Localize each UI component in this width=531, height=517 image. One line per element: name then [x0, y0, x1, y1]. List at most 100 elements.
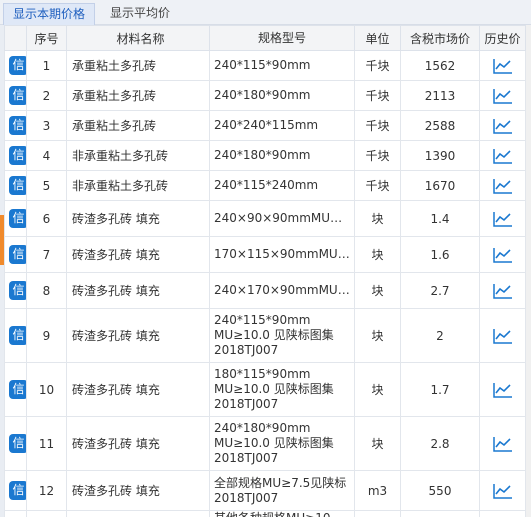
credit-badge[interactable]: 信: [9, 146, 26, 165]
line-chart-icon[interactable]: [492, 178, 513, 194]
spec-line: 170×115×90mmMU≥…: [214, 247, 350, 261]
row-spec: 240*240*115mm: [209, 110, 355, 141]
row-unit: 千块: [354, 80, 401, 111]
badge-cell: 信: [4, 200, 27, 237]
table-row[interactable]: 信 6 砖渣多孔砖 填充 240×90×90mmMU≥1… 块 1.4: [4, 200, 526, 237]
table-row[interactable]: 信 8 砖渣多孔砖 填充 240×170×90mmMU≥… 块 2.7: [4, 272, 526, 309]
line-chart-icon[interactable]: [492, 118, 513, 134]
line-chart-icon[interactable]: [492, 148, 513, 164]
table-row[interactable]: 信 3 承重粘土多孔砖 240*240*115mm 千块 2588: [4, 110, 526, 141]
row-history: [479, 362, 526, 417]
credit-badge[interactable]: 信: [9, 434, 26, 453]
line-chart-icon[interactable]: [492, 436, 513, 452]
row-price: 2.8: [400, 416, 480, 471]
row-seq: 1: [26, 50, 67, 81]
row-material-name: 砖渣多孔砖 填充: [66, 308, 210, 363]
row-history: [479, 110, 526, 141]
credit-badge[interactable]: 信: [9, 56, 26, 75]
line-chart-icon[interactable]: [492, 283, 513, 299]
row-seq: 12: [26, 470, 67, 511]
credit-badge[interactable]: 信: [9, 326, 26, 345]
spec-line: 2018TJ007: [214, 451, 279, 465]
line-chart-icon[interactable]: [492, 88, 513, 104]
header-unit[interactable]: 单位: [354, 25, 401, 51]
badge-cell: 信: [4, 170, 27, 201]
table-row[interactable]: 信 1 承重粘土多孔砖 240*115*90mm 千块 1562: [4, 50, 526, 81]
credit-badge[interactable]: 信: [9, 481, 26, 500]
spec-line: 240*180*90mm: [214, 421, 311, 435]
row-seq: 5: [26, 170, 67, 201]
badge-cell: 信: [4, 470, 27, 511]
spec-line: 2018TJ007: [214, 490, 279, 505]
row-unit: 块: [354, 200, 401, 237]
header-material-name[interactable]: 材料名称: [66, 25, 210, 51]
row-spec: 全部规格MU≥7.5见陕标 2018TJ007: [209, 470, 355, 511]
tab-average-price[interactable]: 显示平均价: [101, 3, 179, 25]
row-spec: 240*180*90mm: [209, 80, 355, 111]
table-row[interactable]: 信 4 非承重粘土多孔砖 240*180*90mm 千块 1390: [4, 140, 526, 171]
row-unit: 块: [354, 416, 401, 471]
row-unit: 块: [354, 362, 401, 417]
credit-badge[interactable]: 信: [9, 86, 26, 105]
table-row[interactable]: 其他各种规格MU≥10.0见: [4, 510, 526, 517]
line-chart-icon[interactable]: [492, 382, 513, 398]
credit-badge[interactable]: 信: [9, 245, 26, 264]
spec-line: 240*115*90mm: [214, 58, 311, 72]
table-row[interactable]: 信 11 砖渣多孔砖 填充 240*180*90mm MU≥10.0 见陕标图集 2018…: [4, 416, 526, 471]
tab-current-price[interactable]: 显示本期价格: [3, 3, 96, 25]
table-row[interactable]: 信 2 承重粘土多孔砖 240*180*90mm 千块 2113: [4, 80, 526, 111]
tab-bar: 显示本期价格 显示平均价: [0, 0, 531, 25]
row-price: 1.6: [400, 236, 480, 273]
row-history: [479, 140, 526, 171]
badge-cell: 信: [4, 236, 27, 273]
row-history: [479, 470, 526, 511]
line-chart-icon[interactable]: [492, 483, 513, 499]
header-history[interactable]: 历史价: [479, 25, 526, 51]
line-chart-icon[interactable]: [492, 211, 513, 227]
row-seq: 3: [26, 110, 67, 141]
badge-cell: 信: [4, 362, 27, 417]
row-price: 2113: [400, 80, 480, 111]
credit-badge[interactable]: 信: [9, 281, 26, 300]
row-material-name: 砖渣多孔砖 填充: [66, 416, 210, 471]
row-material-name: 砖渣多孔砖 填充: [66, 236, 210, 273]
table-row[interactable]: 信 10 砖渣多孔砖 填充 180*115*90mm MU≥10.0 见陕标图集 2018…: [4, 362, 526, 417]
row-seq: 7: [26, 236, 67, 273]
table-row[interactable]: 信 7 砖渣多孔砖 填充 170×115×90mmMU≥… 块 1.6: [4, 236, 526, 273]
row-price: 1.4: [400, 200, 480, 237]
line-chart-icon[interactable]: [492, 328, 513, 344]
line-chart-icon[interactable]: [492, 58, 513, 74]
row-unit: [354, 510, 401, 517]
header-seq[interactable]: 序号: [26, 25, 67, 51]
credit-badge[interactable]: 信: [9, 116, 26, 135]
row-price: 2588: [400, 110, 480, 141]
line-chart-icon[interactable]: [492, 247, 513, 263]
row-material-name: 非承重粘土多孔砖: [66, 170, 210, 201]
row-spec: 170×115×90mmMU≥…: [209, 236, 355, 273]
spec-line: 2018TJ007: [214, 343, 279, 357]
table-row[interactable]: 信 12 砖渣多孔砖 填充 全部规格MU≥7.5见陕标 2018TJ007 m3 550: [4, 470, 526, 511]
row-history: [479, 50, 526, 81]
header-price[interactable]: 含税市场价: [400, 25, 480, 51]
row-unit: m3: [354, 470, 401, 511]
table-row[interactable]: 信 5 非承重粘土多孔砖 240*115*240mm 千块 1670: [4, 170, 526, 201]
badge-cell: 信: [4, 140, 27, 171]
credit-badge[interactable]: 信: [9, 176, 26, 195]
spec-line: 其他各种规格MU≥10.0见: [214, 512, 350, 517]
credit-badge[interactable]: 信: [9, 380, 26, 399]
row-history: [479, 236, 526, 273]
row-seq: 8: [26, 272, 67, 309]
credit-badge[interactable]: 信: [9, 209, 26, 228]
row-price: 1390: [400, 140, 480, 171]
row-price: 550: [400, 470, 480, 511]
badge-cell: 信: [4, 308, 27, 363]
table-row[interactable]: 信 9 砖渣多孔砖 填充 240*115*90mm MU≥10.0 见陕标图集 2018T…: [4, 308, 526, 363]
row-material-name: 非承重粘土多孔砖: [66, 140, 210, 171]
row-history: [479, 200, 526, 237]
price-table: 序号 材料名称 规格型号 单位 含税市场价 历史价 信 1 承重粘土多孔砖 240*1…: [4, 25, 526, 517]
row-history: [479, 170, 526, 201]
badge-cell: 信: [4, 80, 27, 111]
header-spec[interactable]: 规格型号: [209, 25, 355, 51]
header-badge-col: [4, 25, 27, 51]
badge-cell: 信: [4, 416, 27, 471]
